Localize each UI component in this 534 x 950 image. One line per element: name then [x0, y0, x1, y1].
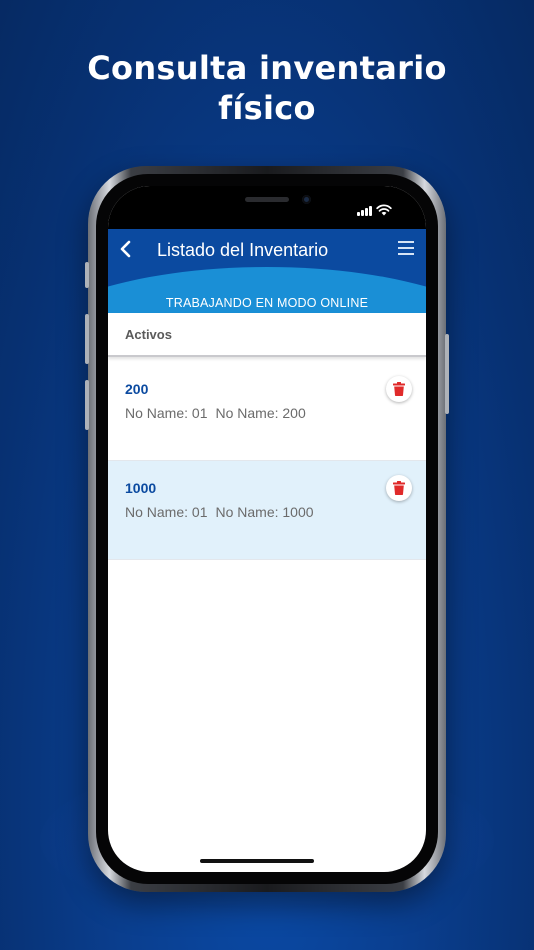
- inventory-list: 200 No Name: 01 No Name: 200 1000 No Nam…: [108, 362, 426, 560]
- phone-volume-down: [85, 380, 89, 430]
- item-field-1: No Name: 01: [125, 504, 208, 520]
- page-title: Listado del Inventario: [157, 240, 329, 260]
- item-id: 1000: [125, 480, 157, 496]
- online-mode-banner: TRABAJANDO EN MODO ONLINE: [165, 296, 369, 310]
- headline-line-2: físico: [218, 89, 316, 127]
- headline-line-1: Consulta inventario: [87, 49, 447, 87]
- menu-icon[interactable]: [398, 240, 414, 256]
- app-header: Listado del Inventario TRABAJANDO EN MOD…: [108, 229, 426, 313]
- earpiece-speaker: [245, 197, 289, 202]
- phone-volume-up: [85, 314, 89, 364]
- section-header: Activos: [108, 313, 426, 357]
- item-id: 200: [125, 381, 149, 397]
- item-field-1: No Name: 01: [125, 405, 208, 421]
- section-title: Activos: [125, 327, 172, 342]
- item-detail: No Name: 01 No Name: 1000: [125, 504, 314, 520]
- front-camera: [302, 195, 311, 204]
- status-bar: [108, 186, 426, 229]
- list-item[interactable]: 1000 No Name: 01 No Name: 1000: [108, 461, 426, 560]
- list-item[interactable]: 200 No Name: 01 No Name: 200: [108, 362, 426, 461]
- delete-button[interactable]: [386, 376, 412, 402]
- trash-icon: [393, 481, 405, 495]
- phone-mute-switch: [85, 262, 89, 288]
- home-indicator[interactable]: [200, 859, 314, 863]
- phone-frame: Listado del Inventario TRABAJANDO EN MOD…: [85, 166, 449, 892]
- item-field-2: No Name: 200: [215, 405, 306, 421]
- chevron-left-icon[interactable]: [118, 239, 134, 259]
- headline: Consulta inventario físico: [0, 48, 534, 128]
- phone-power-button: [445, 334, 449, 414]
- phone-screen: Listado del Inventario TRABAJANDO EN MOD…: [108, 186, 426, 872]
- item-detail: No Name: 01 No Name: 200: [125, 405, 306, 421]
- item-field-2: No Name: 1000: [215, 504, 314, 520]
- cellular-signal-icon: [357, 206, 373, 216]
- phone-bezel: Listado del Inventario TRABAJANDO EN MOD…: [96, 174, 438, 884]
- wifi-icon: [376, 204, 392, 216]
- trash-icon: [393, 382, 405, 396]
- delete-button[interactable]: [386, 475, 412, 501]
